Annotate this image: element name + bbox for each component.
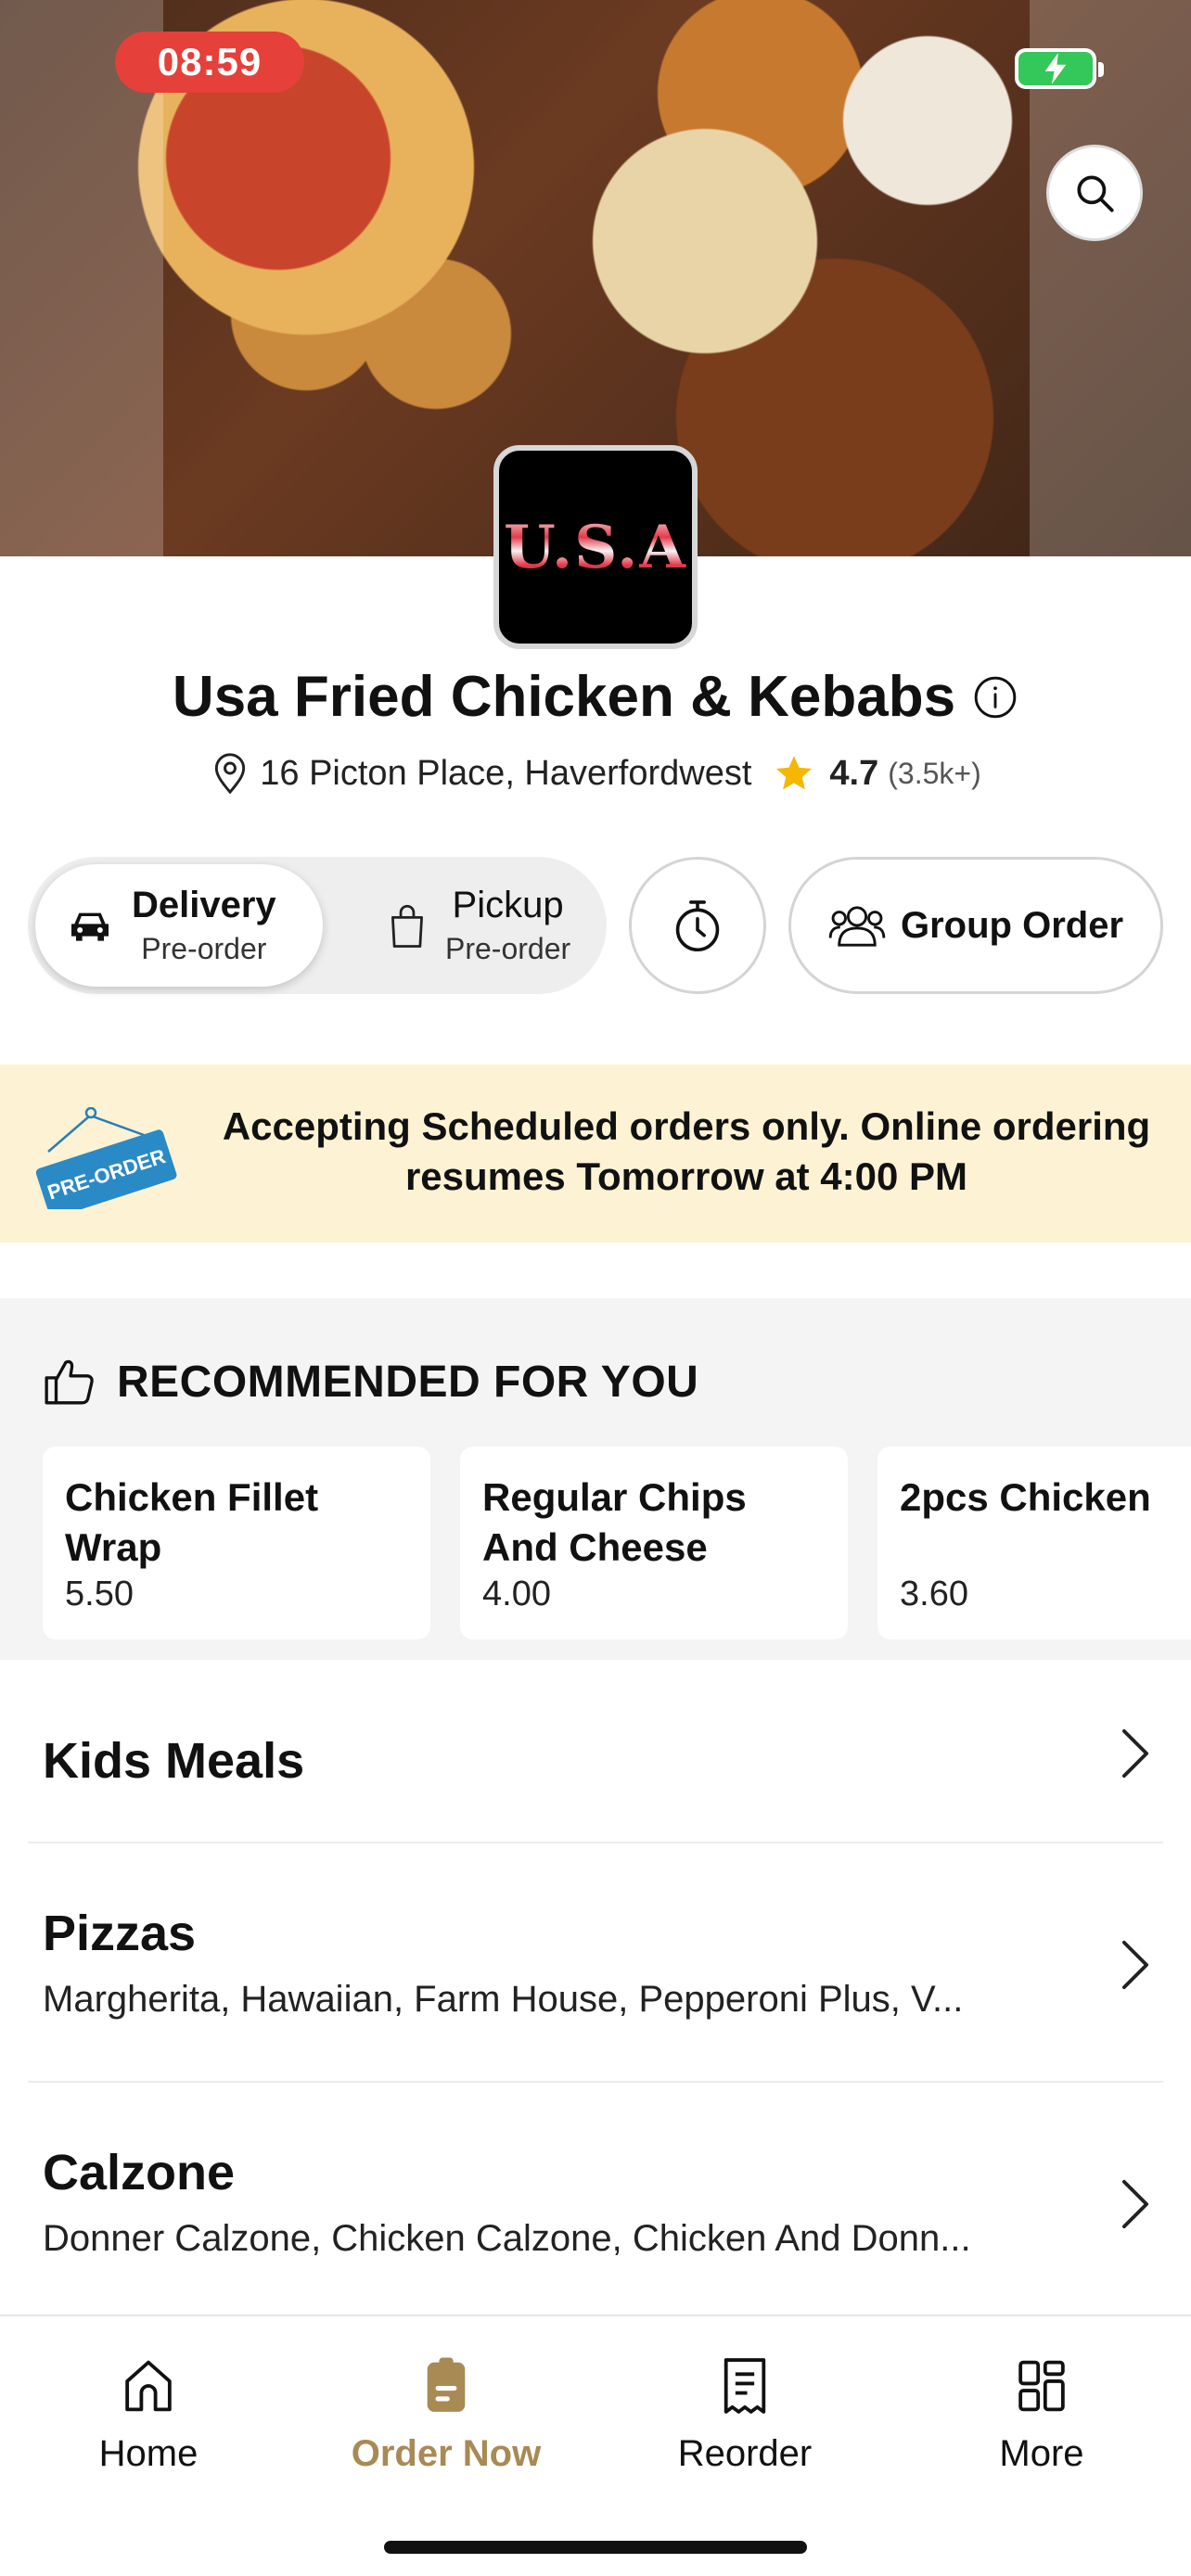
group-order-button[interactable]: Group Order <box>788 857 1163 994</box>
recommended-header: RECOMMENDED FOR YOU <box>43 1356 698 1408</box>
home-icon <box>125 2360 172 2412</box>
category-name: Kids Meals <box>43 1733 305 1789</box>
category-items: Margherita, Hawaiian, Farm House, Pepper… <box>43 1979 964 2020</box>
location-pin-icon <box>215 753 246 795</box>
tab-reorder[interactable]: Reorder <box>634 2355 856 2475</box>
group-order-label: Group Order <box>900 904 1124 946</box>
preorder-sign-icon: PRE-ORDER <box>35 1107 177 1209</box>
home-indicator <box>384 2541 807 2554</box>
restaurant-name: Usa Fried Chicken & Kebabs <box>172 665 956 729</box>
stopwatch-icon <box>675 900 720 952</box>
pickup-sublabel: Pre-order <box>445 932 571 965</box>
delivery-label: Delivery <box>132 885 276 925</box>
recommended-item-price: 5.50 <box>65 1575 134 1613</box>
banner-message: Accepting Scheduled orders only. Online … <box>222 1104 1151 1198</box>
chevron-right-icon <box>1121 1940 1149 1990</box>
car-icon <box>71 912 109 941</box>
category-name: Pizzas <box>43 1906 197 1961</box>
recommended-item-price: 3.60 <box>900 1575 968 1613</box>
recommended-title: RECOMMENDED FOR YOU <box>117 1357 699 1407</box>
order-mode-toggle: Delivery Pre-order Pickup Pre-order <box>28 857 607 994</box>
rating-count: (3.5k+) <box>888 756 981 790</box>
tab-order-now[interactable]: Order Now <box>335 2355 557 2475</box>
recommended-item-name: Chicken Fillet Wrap <box>65 1475 319 1569</box>
tab-label: Order Now <box>351 2433 542 2474</box>
group-users-icon <box>828 906 886 947</box>
delivery-option[interactable]: Delivery Pre-order <box>35 864 323 987</box>
search-icon <box>1077 175 1114 212</box>
tab-home[interactable]: Home <box>37 2355 260 2475</box>
chevron-right-icon <box>1121 1728 1149 1779</box>
recommended-item-price: 4.00 <box>482 1575 551 1613</box>
status-time: 08:59 <box>115 32 304 93</box>
address-text: 16 Picton Place, Haverfordwest <box>260 753 752 793</box>
category-name: Calzone <box>43 2145 236 2200</box>
pickup-label: Pickup <box>452 885 564 925</box>
info-icon[interactable] <box>972 674 1018 721</box>
pickup-option[interactable]: Pickup Pre-order <box>354 864 597 987</box>
order-icon <box>427 2357 466 2412</box>
tab-label: Reorder <box>677 2433 813 2474</box>
category-row-pizzas[interactable]: Pizzas Margherita, Hawaiian, Farm House,… <box>28 1843 1163 2083</box>
category-row-kids-meals[interactable]: Kids Meals <box>28 1662 1163 1843</box>
shopping-bag-icon <box>391 904 423 948</box>
recommended-card[interactable]: 2pcs Chicken 3.60 <box>877 1447 1191 1639</box>
schedule-button[interactable] <box>629 857 766 994</box>
bottom-tab-bar: Home Order Now Reorder More <box>0 2315 1191 2576</box>
recommended-section: RECOMMENDED FOR YOU Chicken Fillet Wrap … <box>0 1298 1191 1660</box>
category-row-calzone[interactable]: Calzone Donner Calzone, Chicken Calzone,… <box>28 2083 1163 2315</box>
logo-text: U.S.A <box>503 512 688 582</box>
recommended-card[interactable]: Chicken Fillet Wrap 5.50 <box>43 1447 430 1639</box>
category-items: Donner Calzone, Chicken Calzone, Chicken… <box>43 2218 971 2259</box>
address-row: 16 Picton Place, Haverfordwest 4.7 (3.5k… <box>0 751 1191 796</box>
recommended-item-name: Regular Chips And Cheese <box>482 1475 747 1569</box>
delivery-sublabel: Pre-order <box>141 932 267 965</box>
restaurant-title-row: Usa Fried Chicken & Kebabs <box>0 664 1191 730</box>
recommended-item-name: 2pcs Chicken <box>900 1475 1151 1519</box>
thumbs-up-icon <box>45 1359 94 1405</box>
search-button[interactable] <box>1046 145 1143 241</box>
preorder-banner: PRE-ORDER Accepting Scheduled orders onl… <box>0 1065 1191 1243</box>
recommended-card[interactable]: Regular Chips And Cheese 4.00 <box>460 1447 848 1639</box>
star-icon <box>776 756 813 790</box>
chevron-right-icon <box>1121 2179 1149 2229</box>
receipt-icon <box>724 2358 766 2414</box>
restaurant-logo: U.S.A <box>493 445 698 649</box>
battery-icon <box>1015 48 1104 89</box>
grid-icon <box>1018 2360 1065 2412</box>
tab-label: Home <box>98 2433 198 2474</box>
rating-value: 4.7 <box>829 753 879 793</box>
tab-label: More <box>999 2433 1084 2474</box>
tab-more[interactable]: More <box>930 2355 1153 2475</box>
